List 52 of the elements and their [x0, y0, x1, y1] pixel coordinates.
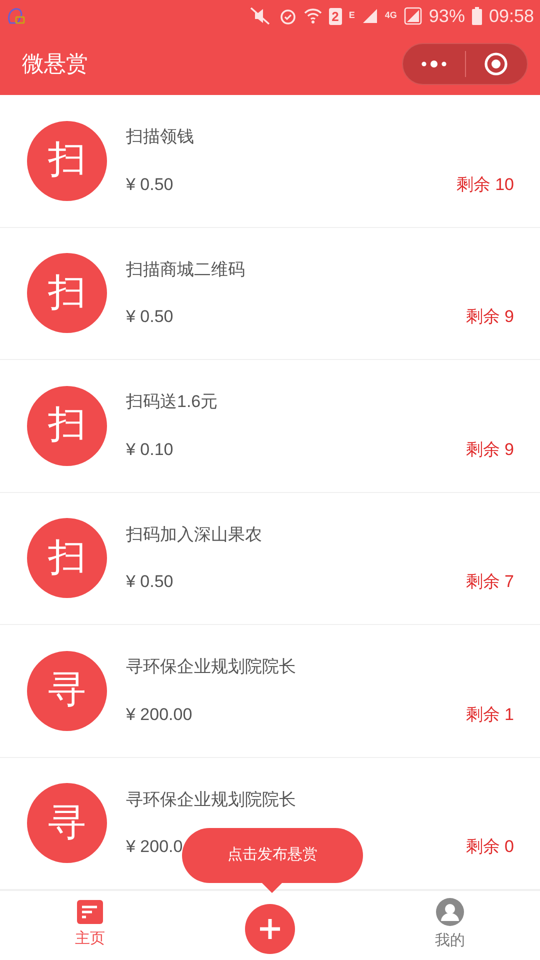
task-avatar: 扫 — [27, 518, 107, 598]
task-reward: ¥ 200.0 — [126, 836, 183, 858]
tooltip-arrow — [262, 883, 282, 893]
task-title: 扫描商城二维码 — [126, 258, 246, 281]
task-reward: ¥ 0.50 — [126, 571, 174, 594]
task-reward: ¥ 0.50 — [126, 174, 174, 196]
tab-item[interactable]: 我的 — [360, 898, 540, 953]
task-avatar: 扫 — [27, 386, 107, 466]
signal-icon — [404, 7, 422, 25]
signal-icon — [362, 8, 378, 24]
plus-icon — [259, 918, 281, 940]
sim-card-number: 2 — [328, 8, 342, 24]
task-item[interactable]: 扫 扫码加入深山果农 ¥ 0.50 剩余 7 — [0, 492, 540, 625]
list-icon — [77, 900, 103, 924]
remaining-count: 剩余 9 — [466, 438, 514, 461]
publish-button[interactable] — [245, 904, 295, 954]
task-item[interactable]: 扫 扫描领钱 ¥ 0.50 剩余 10 — [0, 95, 540, 228]
battery-percentage: 93% — [428, 4, 465, 28]
alarm-icon — [278, 7, 297, 25]
app-notification-icon — [6, 5, 26, 27]
avatar-icon — [436, 898, 464, 926]
mute-icon — [248, 7, 272, 25]
task-title: 扫码送1.6元 — [126, 391, 219, 414]
task-title: 寻环保企业规划院院长 — [126, 788, 297, 811]
remaining-count: 剩余 9 — [466, 306, 514, 328]
remaining-count: 剩余 1 — [466, 704, 514, 726]
remaining-count: 剩余 10 — [456, 174, 514, 196]
tab-item[interactable]: 主页 — [0, 900, 180, 951]
more-icon — [420, 60, 447, 68]
task-item[interactable]: 扫 扫描商城二维码 ¥ 0.50 剩余 9 — [0, 228, 540, 360]
clock-time: 09:58 — [488, 4, 534, 28]
battery-icon — [472, 7, 482, 25]
tooltip: 点击发布悬赏 — [182, 828, 363, 883]
task-item[interactable]: 寻 寻环保企业规划院院长 ¥ 200.00 剩余 1 — [0, 625, 540, 758]
remaining-count: 剩余 0 — [466, 836, 514, 858]
task-title: 寻环保企业规划院院长 — [126, 656, 297, 678]
task-reward: ¥ 0.50 — [126, 306, 174, 328]
task-avatar: 扫 — [27, 120, 107, 201]
task-avatar: 扫 — [27, 253, 107, 334]
network-type: E — [348, 8, 355, 22]
task-avatar: 寻 — [27, 650, 107, 731]
task-avatar: 寻 — [27, 783, 107, 864]
task-title: 扫描领钱 — [126, 126, 195, 148]
task-reward: ¥ 200.00 — [126, 704, 192, 726]
task-reward: ¥ 0.10 — [126, 438, 174, 461]
remaining-count: 剩余 7 — [466, 571, 514, 594]
page-title: 微悬赏 — [22, 50, 89, 78]
network-type: 4G — [384, 8, 397, 22]
wifi-icon — [304, 7, 322, 25]
task-title: 扫码加入深山果农 — [126, 524, 263, 546]
task-item[interactable]: 扫 扫码送1.6元 ¥ 0.10 剩余 9 — [0, 360, 540, 492]
target-icon — [484, 52, 508, 76]
